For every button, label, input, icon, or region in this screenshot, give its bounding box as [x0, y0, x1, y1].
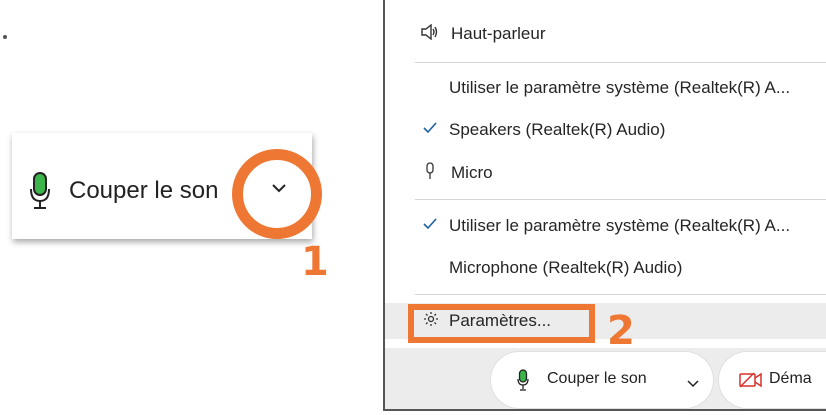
speaker-option-realtek[interactable]: Speakers (Realtek(R) Audio)	[385, 112, 826, 148]
step-number-1: 1	[301, 239, 329, 285]
mic-option-label: Utiliser le paramètre système (Realtek(R…	[449, 216, 791, 235]
microphone-icon	[425, 161, 435, 185]
bullet-dot	[3, 35, 7, 39]
chevron-down-icon[interactable]	[687, 375, 699, 393]
divider	[415, 294, 826, 295]
checkmark-icon	[423, 217, 437, 235]
mute-button-label: Couper le son	[69, 177, 219, 204]
video-off-icon	[739, 372, 763, 393]
meeting-toolbar: Couper le son Déma	[385, 348, 826, 409]
toolbar-video-label: Déma	[769, 370, 812, 387]
microphone-icon	[29, 171, 51, 216]
speaker-option-label: Speakers (Realtek(R) Audio)	[449, 120, 666, 139]
checkmark-icon	[423, 121, 437, 139]
speaker-option-system[interactable]: Utiliser le paramètre système (Realtek(R…	[385, 70, 826, 106]
toolbar-video-button[interactable]: Déma	[719, 352, 826, 408]
speaker-header-label: Haut-parleur	[451, 24, 546, 43]
speaker-icon	[421, 23, 439, 45]
mic-option-realtek[interactable]: Microphone (Realtek(R) Audio)	[385, 250, 826, 286]
mic-option-system[interactable]: Utiliser le paramètre système (Realtek(R…	[385, 208, 826, 244]
divider	[415, 62, 826, 63]
microphone-icon	[517, 369, 529, 396]
divider	[415, 199, 826, 200]
speaker-header: Haut-parleur	[385, 16, 826, 52]
toolbar-mute-label: Couper le son	[547, 370, 647, 387]
toolbar-mute-button[interactable]: Couper le son	[491, 352, 713, 408]
mic-option-label: Microphone (Realtek(R) Audio)	[449, 258, 683, 277]
audio-dropdown-menu: Haut-parleur Utiliser le paramètre systè…	[383, 0, 826, 411]
step-number-2: 2	[607, 308, 635, 354]
mic-header: Micro	[385, 155, 826, 191]
speaker-option-label: Utiliser le paramètre système (Realtek(R…	[449, 78, 791, 97]
highlight-circle	[232, 149, 322, 239]
highlight-box	[408, 304, 595, 343]
mic-header-label: Micro	[451, 163, 493, 182]
